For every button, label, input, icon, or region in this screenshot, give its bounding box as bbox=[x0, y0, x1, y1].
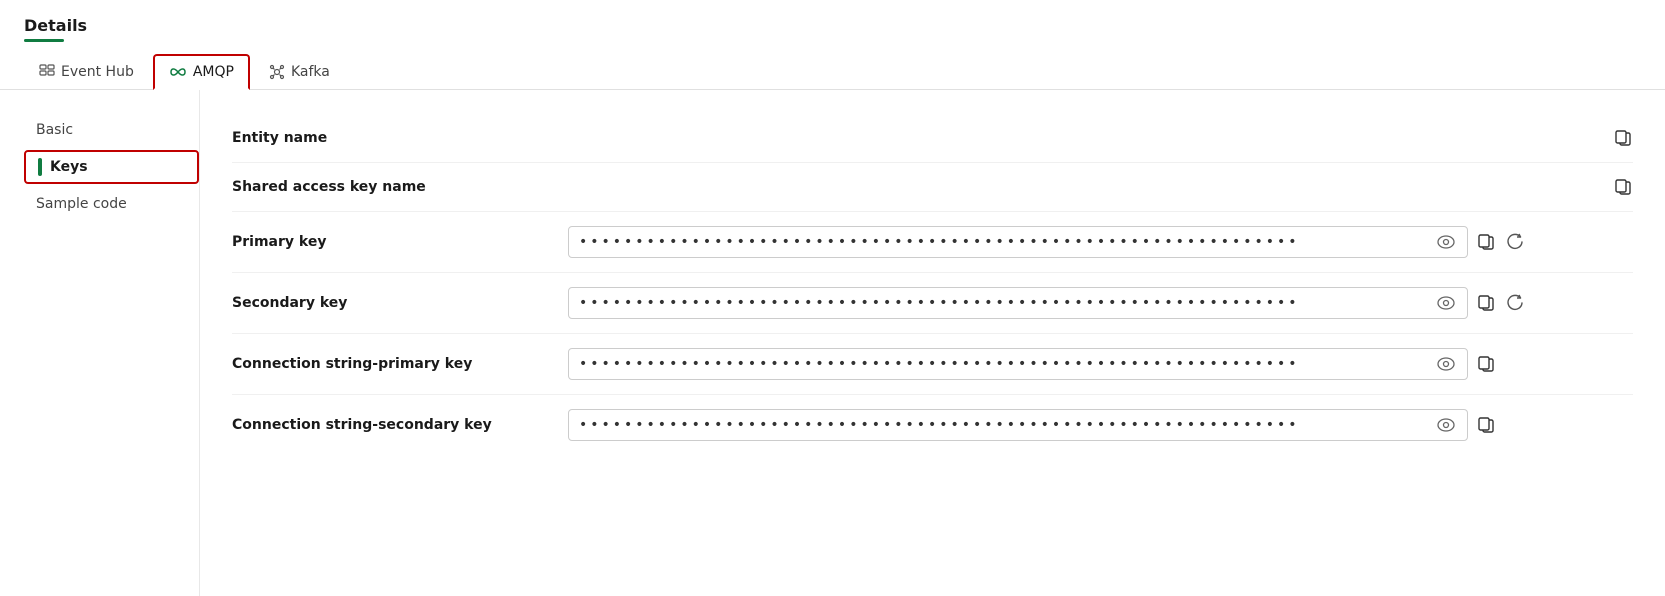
kafka-icon bbox=[269, 64, 285, 80]
connection-string-primary-eye-button[interactable] bbox=[1435, 355, 1457, 373]
connection-string-primary-label: Connection string-primary key bbox=[232, 356, 552, 372]
connection-string-secondary-eye-button[interactable] bbox=[1435, 416, 1457, 434]
secondary-key-refresh-button[interactable] bbox=[1504, 292, 1526, 314]
field-secondary-key: Secondary key ••••••••••••••••••••••••••… bbox=[232, 273, 1633, 334]
entity-name-copy-button[interactable] bbox=[1613, 128, 1633, 148]
entity-name-label: Entity name bbox=[232, 130, 552, 146]
connection-string-primary-copy-button[interactable] bbox=[1476, 354, 1496, 374]
tab-amqp[interactable]: AMQP bbox=[153, 54, 250, 90]
primary-key-value: ••••••••••••••••••••••••••••••••••••••••… bbox=[568, 226, 1633, 258]
secondary-key-eye-button[interactable] bbox=[1435, 294, 1457, 312]
connection-string-secondary-value: ••••••••••••••••••••••••••••••••••••••••… bbox=[568, 409, 1633, 441]
field-connection-string-primary: Connection string-primary key ••••••••••… bbox=[232, 334, 1633, 395]
tab-kafka[interactable]: Kafka bbox=[254, 55, 345, 89]
primary-key-eye-button[interactable] bbox=[1435, 233, 1457, 251]
entity-name-value bbox=[568, 128, 1633, 148]
primary-key-dots: ••••••••••••••••••••••••••••••••••••••••… bbox=[579, 234, 1427, 250]
shared-access-key-name-label: Shared access key name bbox=[232, 179, 552, 195]
sidebar-item-sample-code[interactable]: Sample code bbox=[24, 188, 199, 220]
connection-string-primary-input-box: ••••••••••••••••••••••••••••••••••••••••… bbox=[568, 348, 1468, 380]
secondary-key-label: Secondary key bbox=[232, 295, 552, 311]
primary-key-refresh-button[interactable] bbox=[1504, 231, 1526, 253]
header: Details bbox=[0, 0, 1665, 54]
connection-string-secondary-copy-button[interactable] bbox=[1476, 415, 1496, 435]
content-area: Entity name Shared access key name bbox=[200, 90, 1665, 596]
tab-event-hub[interactable]: Event Hub bbox=[24, 55, 149, 89]
tab-kafka-label: Kafka bbox=[291, 64, 330, 80]
shared-access-copy-button[interactable] bbox=[1613, 177, 1633, 197]
connection-string-primary-dots: ••••••••••••••••••••••••••••••••••••••••… bbox=[579, 356, 1427, 372]
connection-string-primary-value: ••••••••••••••••••••••••••••••••••••••••… bbox=[568, 348, 1633, 380]
tab-event-hub-label: Event Hub bbox=[61, 64, 134, 80]
primary-key-input-box: ••••••••••••••••••••••••••••••••••••••••… bbox=[568, 226, 1468, 258]
main-layout: Basic Keys Sample code Entity name bbox=[0, 90, 1665, 596]
secondary-key-input-box: ••••••••••••••••••••••••••••••••••••••••… bbox=[568, 287, 1468, 319]
sidebar-item-basic[interactable]: Basic bbox=[24, 114, 199, 146]
field-connection-string-secondary: Connection string-secondary key ••••••••… bbox=[232, 395, 1633, 455]
page-title: Details bbox=[24, 16, 1641, 35]
grid-icon bbox=[39, 64, 55, 80]
secondary-key-copy-button[interactable] bbox=[1476, 293, 1496, 313]
field-entity-name: Entity name bbox=[232, 114, 1633, 163]
active-indicator bbox=[38, 158, 42, 176]
tab-bar: Event Hub AMQP bbox=[0, 54, 1665, 90]
sidebar: Basic Keys Sample code bbox=[0, 90, 200, 596]
connection-string-secondary-input-box: ••••••••••••••••••••••••••••••••••••••••… bbox=[568, 409, 1468, 441]
secondary-key-dots: ••••••••••••••••••••••••••••••••••••••••… bbox=[579, 295, 1427, 311]
tab-amqp-label: AMQP bbox=[193, 64, 234, 80]
page: Details Event Hub bbox=[0, 0, 1665, 596]
field-primary-key: Primary key ••••••••••••••••••••••••••••… bbox=[232, 212, 1633, 273]
amqp-icon bbox=[169, 65, 187, 79]
secondary-key-value: ••••••••••••••••••••••••••••••••••••••••… bbox=[568, 287, 1633, 319]
primary-key-copy-button[interactable] bbox=[1476, 232, 1496, 252]
sidebar-item-keys[interactable]: Keys bbox=[24, 150, 199, 184]
connection-string-secondary-dots: ••••••••••••••••••••••••••••••••••••••••… bbox=[579, 417, 1427, 433]
shared-access-key-name-value bbox=[568, 177, 1633, 197]
title-underline bbox=[24, 39, 64, 42]
primary-key-label: Primary key bbox=[232, 234, 552, 250]
field-shared-access-key-name: Shared access key name bbox=[232, 163, 1633, 212]
connection-string-secondary-label: Connection string-secondary key bbox=[232, 417, 552, 433]
